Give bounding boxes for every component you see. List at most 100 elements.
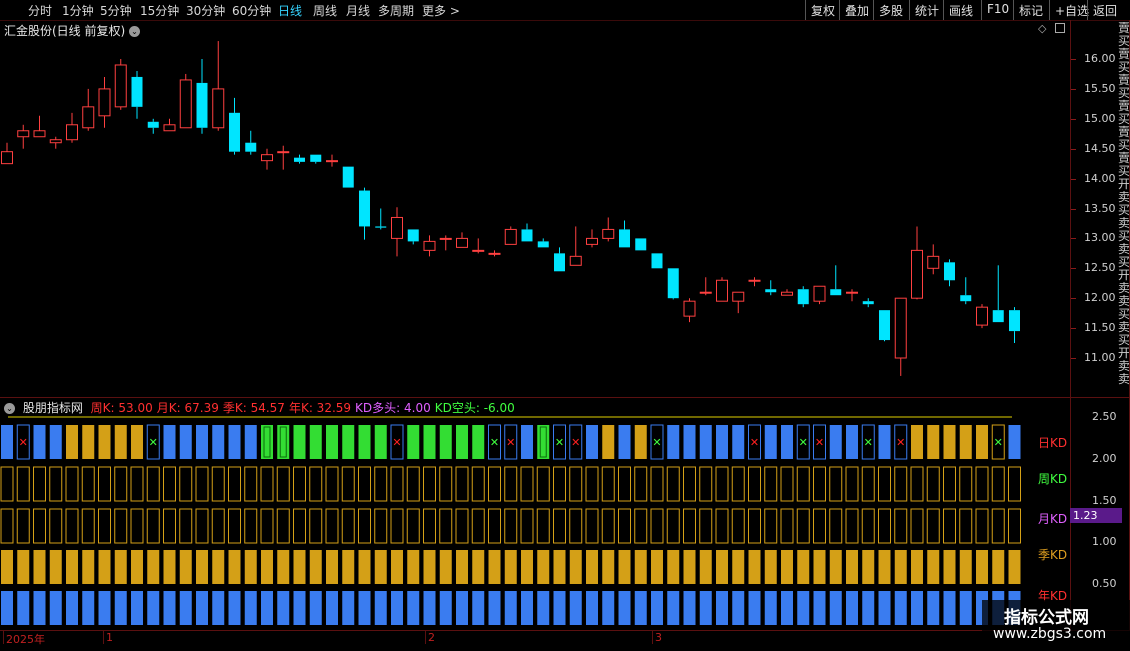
kd-week-cell	[114, 466, 128, 502]
period-tab-2[interactable]: 5分钟	[100, 2, 132, 19]
kd-week-cell	[666, 466, 680, 502]
kd-day-cell	[846, 425, 858, 459]
candle	[472, 238, 485, 254]
kd-day-cell	[911, 425, 923, 459]
kd-month-cell	[374, 508, 388, 544]
toolbar-button-4[interactable]: 画线	[943, 0, 978, 20]
candle	[927, 244, 940, 275]
kd-month-cell	[358, 508, 371, 544]
period-tab-9[interactable]: 多周期	[378, 2, 414, 19]
period-tab-1[interactable]: 1分钟	[62, 2, 94, 19]
period-tab-3[interactable]: 15分钟	[140, 2, 179, 19]
kd-year-cell	[82, 591, 95, 625]
kd-week-cell	[293, 466, 306, 502]
period-tab-6[interactable]: 日线	[278, 2, 302, 19]
kd-month-cell	[0, 508, 14, 544]
chevron-down-icon[interactable]: ⌄	[4, 403, 15, 414]
period-tab-0[interactable]: 分时	[28, 2, 52, 19]
kd-year-cell	[634, 591, 647, 625]
kd-quarter-cell	[196, 550, 208, 584]
kd-month-cell	[634, 508, 648, 544]
kd-year-cell	[228, 591, 241, 625]
toolbar-button-3[interactable]: 统计	[909, 0, 944, 20]
candle	[765, 280, 777, 296]
kd-day-cell	[49, 425, 62, 459]
price-tick	[1071, 298, 1076, 300]
candle	[846, 289, 858, 302]
kd-quarter-cell	[829, 550, 842, 584]
kd-row-label-3: 季KD	[1038, 548, 1068, 562]
period-tab-8[interactable]: 月线	[346, 2, 370, 19]
kd-quarter-cell	[1008, 550, 1021, 584]
kd-week-cell	[228, 466, 241, 502]
candle	[716, 277, 728, 302]
kd-row-label-2: 月KD	[1038, 512, 1068, 526]
kd-month-cell	[894, 508, 908, 544]
kd-month-cell	[520, 508, 534, 544]
kd-week-cell	[471, 466, 485, 502]
period-tab-10[interactable]: 更多 >	[422, 2, 460, 19]
kd-row-label-0: 日KD	[1038, 436, 1068, 450]
kd-week-cell	[683, 466, 696, 502]
kd-week-cell	[813, 466, 826, 502]
kd-day-cell	[959, 425, 972, 459]
candle	[699, 277, 712, 296]
kd-month-cell	[341, 508, 355, 544]
kd-week-cell	[179, 466, 193, 502]
watermark-url: www.zbgs3.com	[993, 626, 1107, 642]
date-axis	[0, 630, 1070, 651]
price-tick	[1071, 328, 1076, 330]
toolbar-button-1[interactable]: 叠加	[839, 0, 874, 20]
kd-day-cell	[764, 425, 777, 459]
kd-year-cell	[813, 591, 826, 625]
toolbar-button-2[interactable]: 多股	[873, 0, 908, 20]
candle	[602, 217, 615, 242]
kd-month-cell	[49, 508, 63, 544]
candlestick-chart[interactable]	[0, 20, 1070, 398]
candle	[944, 259, 955, 287]
toolbar-button-8[interactable]: 返回	[1087, 0, 1122, 20]
kd-month-cell	[829, 508, 843, 544]
date-label-1: 1	[106, 631, 113, 644]
kd-year-cell	[309, 591, 322, 625]
price-tick-label: 11.50	[1084, 321, 1116, 335]
kd-week-cell	[504, 466, 518, 502]
kd-quarter-cell	[976, 550, 988, 584]
candle	[554, 247, 565, 272]
toolbar-button-6[interactable]: 标记	[1013, 0, 1048, 20]
kd-day-cell	[66, 425, 78, 459]
kd-quarter-cell	[277, 550, 290, 584]
kd-week-cell	[959, 466, 973, 502]
kd-quarter-cell	[407, 550, 420, 584]
candle	[261, 148, 273, 170]
date-label-2: 2	[428, 631, 435, 644]
candle	[683, 298, 696, 323]
kd-grid: ✕ ✕ ✕ ✕ ✕ ✕ ✕ ✕ ✕ ✕ ✕ ✕ ✕ ✕	[0, 416, 1021, 625]
toolbar-button-5[interactable]: F10	[981, 0, 1014, 20]
kd-month-cell	[715, 508, 729, 544]
kd-quarter-cell	[488, 550, 501, 584]
kd-month-cell	[601, 508, 615, 544]
price-tick-label: 11.00	[1084, 351, 1116, 364]
kd-week-cell	[195, 466, 209, 502]
candle	[326, 154, 338, 167]
kd-month-cell	[504, 508, 518, 544]
kd-week-cell	[699, 466, 713, 502]
indicator-name[interactable]: 股朋指标网	[23, 401, 83, 415]
kd-month-cell	[423, 508, 436, 544]
kd-quarter-cell	[943, 550, 956, 584]
kd-month-cell	[114, 508, 128, 544]
kd-quarter-cell	[439, 550, 452, 584]
date-label-3: 3	[655, 631, 662, 644]
period-tab-4[interactable]: 30分钟	[186, 2, 225, 19]
kd-week-cell	[358, 466, 371, 502]
kd-day-cell	[976, 425, 988, 459]
period-tab-5[interactable]: 60分钟	[232, 2, 271, 19]
candle	[911, 226, 923, 300]
kd-week-cell	[16, 466, 30, 502]
kd-month-cell	[991, 508, 1005, 544]
kd-day-cell	[277, 425, 290, 459]
toolbar-button-0[interactable]: 复权	[805, 0, 840, 20]
period-tab-7[interactable]: 周线	[313, 2, 337, 19]
kd-week-cell	[211, 466, 225, 502]
